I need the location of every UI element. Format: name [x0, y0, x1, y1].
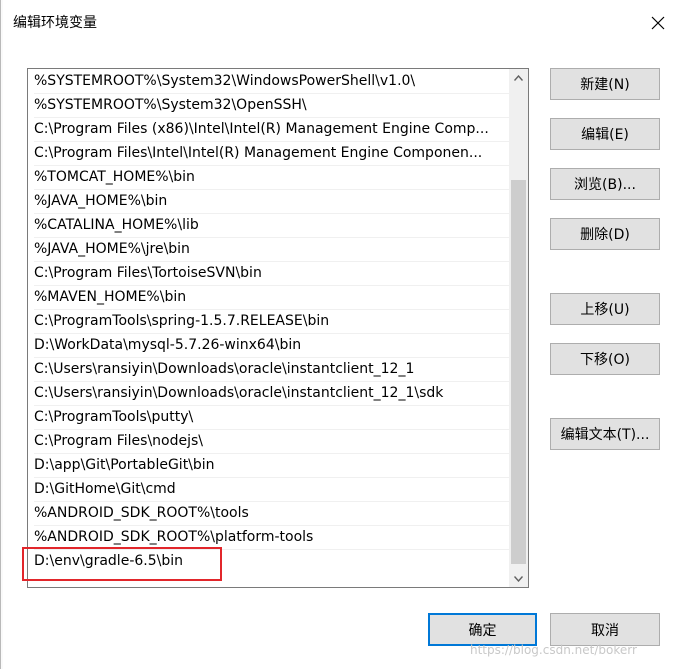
background-window-edge [0, 0, 3, 669]
path-list-item[interactable]: C:\Program Files\nodejs\ [34, 429, 512, 454]
new-button[interactable]: 新建(N) [550, 68, 660, 100]
path-list-item[interactable]: C:\Program Files (x86)\Intel\Intel(R) Ma… [34, 117, 512, 142]
edit-button[interactable]: 编辑(E) [550, 118, 660, 150]
watermark: https://blog.csdn.net/bokerr [470, 643, 637, 657]
path-list-item[interactable]: C:\Users\ransiyin\Downloads\oracle\insta… [34, 357, 512, 382]
edit-text-button[interactable]: 编辑文本(T)... [550, 418, 660, 450]
scroll-up-button[interactable] [509, 69, 528, 86]
chevron-up-icon [514, 74, 523, 81]
scroll-thumb[interactable] [511, 180, 526, 564]
path-list-item[interactable]: C:\ProgramTools\spring-1.5.7.RELEASE\bin [34, 309, 512, 334]
delete-button[interactable]: 删除(D) [550, 218, 660, 250]
vertical-scrollbar[interactable] [509, 69, 528, 587]
path-list-item[interactable]: D:\app\Git\PortableGit\bin [34, 453, 512, 478]
path-listbox[interactable]: %SYSTEMROOT%\System32\WindowsPowerShell\… [27, 68, 529, 588]
dialog-title: 编辑环境变量 [13, 15, 97, 31]
browse-button[interactable]: 浏览(B)... [550, 168, 660, 200]
path-list-item[interactable]: %ANDROID_SDK_ROOT%\tools [34, 501, 512, 526]
path-list-item[interactable]: %JAVA_HOME%\jre\bin [34, 237, 512, 262]
path-list-item[interactable]: %SYSTEMROOT%\System32\WindowsPowerShell\… [34, 69, 512, 94]
move-up-button[interactable]: 上移(U) [550, 293, 660, 325]
path-list-item[interactable]: C:\Program Files\Intel\Intel(R) Manageme… [34, 141, 512, 166]
path-list-item[interactable]: %TOMCAT_HOME%\bin [34, 165, 512, 190]
close-icon [651, 16, 665, 30]
path-list-item[interactable]: %MAVEN_HOME%\bin [34, 285, 512, 310]
path-list-item[interactable]: C:\Users\ransiyin\Downloads\oracle\insta… [34, 381, 512, 406]
move-down-button[interactable]: 下移(O) [550, 343, 660, 375]
path-list-item[interactable]: D:\GitHome\Git\cmd [34, 477, 512, 502]
highlight-annotation [22, 547, 222, 581]
path-list-item[interactable]: C:\Program Files\TortoiseSVN\bin [34, 261, 512, 286]
path-list-item[interactable]: C:\ProgramTools\putty\ [34, 405, 512, 430]
ok-button[interactable]: 确定 [428, 613, 537, 646]
path-list-item[interactable]: D:\WorkData\mysql-5.7.26-winx64\bin [34, 333, 512, 358]
scroll-down-button[interactable] [509, 570, 528, 587]
chevron-down-icon [514, 575, 523, 582]
cancel-button[interactable]: 取消 [550, 613, 660, 646]
path-list-item[interactable]: %SYSTEMROOT%\System32\OpenSSH\ [34, 93, 512, 118]
path-list-item[interactable]: %JAVA_HOME%\bin [34, 189, 512, 214]
close-button[interactable] [645, 10, 671, 36]
path-list-item[interactable]: %CATALINA_HOME%\lib [34, 213, 512, 238]
